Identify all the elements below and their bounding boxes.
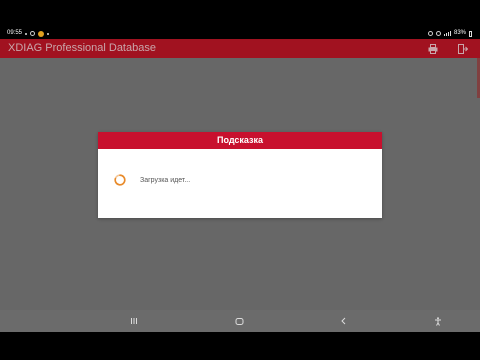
exit-icon	[458, 43, 468, 54]
loading-dialog: Подсказка Загрузка идет...	[98, 132, 382, 218]
loading-spinner-icon	[114, 174, 126, 186]
navigation-bar	[0, 310, 480, 332]
status-bar: 09:55 83%	[0, 28, 480, 39]
recents-icon	[131, 318, 137, 324]
accessibility-button[interactable]	[432, 315, 444, 327]
back-button[interactable]	[338, 315, 350, 327]
accessibility-icon	[435, 316, 441, 326]
printer-icon	[428, 43, 438, 54]
status-right: 83%	[427, 28, 472, 39]
battery-icon	[469, 30, 472, 37]
app-bar: XDIAG Professional Database	[0, 39, 480, 58]
dialog-body: Загрузка идет...	[98, 149, 382, 218]
app-title: XDIAG Professional Database	[8, 42, 156, 54]
mute-icon	[427, 31, 433, 36]
notification-icon	[25, 32, 28, 35]
emoji-notification-icon	[38, 30, 45, 37]
exit-button[interactable]	[457, 43, 469, 55]
loading-message: Загрузка идет...	[140, 177, 191, 184]
home-icon	[235, 317, 243, 325]
status-time: 09:55	[7, 30, 23, 36]
battery-percent: 83%	[453, 30, 466, 36]
dot-icon	[47, 32, 50, 35]
recents-button[interactable]	[128, 315, 140, 327]
status-left: 09:55	[7, 28, 50, 39]
back-icon	[341, 317, 346, 325]
dialog-title: Подсказка	[98, 132, 382, 149]
screen: 09:55 83% XDIAG Professional Database По…	[0, 0, 480, 360]
print-button[interactable]	[427, 43, 439, 55]
signal-icon	[443, 31, 451, 36]
app-actions	[427, 39, 469, 58]
sync-icon	[30, 31, 36, 36]
home-button[interactable]	[233, 315, 245, 327]
wifi-icon	[435, 31, 441, 36]
